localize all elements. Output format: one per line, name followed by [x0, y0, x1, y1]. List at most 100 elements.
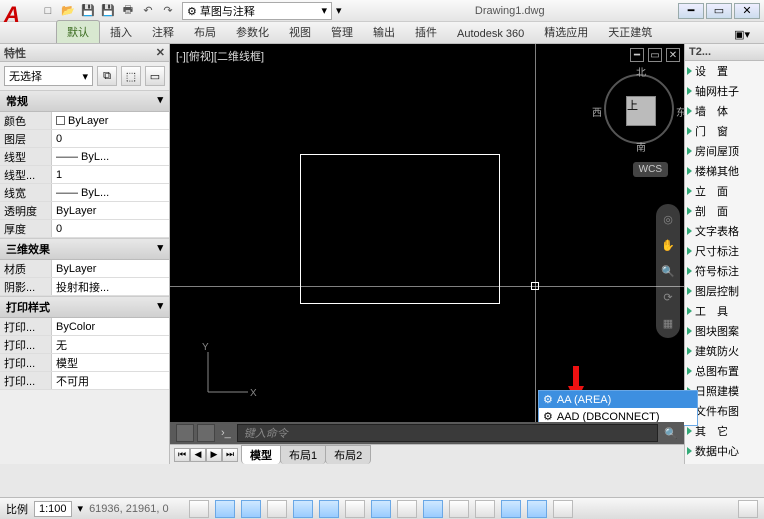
tangent-item[interactable]: 文字表格 — [685, 221, 764, 241]
workspace-selector[interactable]: ⚙ 草图与注释 ▾ — [182, 2, 332, 20]
prop-row[interactable]: 打印...模型 — [0, 354, 169, 372]
tangent-item[interactable]: 门 窗 — [685, 121, 764, 141]
minimize-button[interactable]: ━ — [678, 3, 704, 19]
lwt-button[interactable] — [449, 500, 469, 518]
panel-close-icon[interactable]: ✕ — [156, 46, 165, 59]
close-button[interactable]: ✕ — [734, 3, 760, 19]
snap-button[interactable] — [215, 500, 235, 518]
ribbon-tab-9[interactable]: Autodesk 360 — [447, 25, 534, 43]
prop-value[interactable]: ByLayer — [52, 202, 169, 219]
ribbon-collapse-icon[interactable]: ▣▾ — [728, 26, 756, 43]
prop-section-header[interactable]: 三维效果▾ — [0, 238, 169, 260]
ribbon-tab-3[interactable]: 布局 — [184, 21, 226, 43]
saveas-icon[interactable]: 💾 — [100, 3, 116, 19]
open-icon[interactable]: 📂 — [60, 3, 76, 19]
maximize-button[interactable]: ▭ — [706, 3, 732, 19]
ribbon-tab-7[interactable]: 输出 — [363, 21, 405, 43]
osnap-button[interactable] — [319, 500, 339, 518]
pan-icon[interactable]: ✋ — [659, 236, 677, 254]
infer-constraints-button[interactable] — [189, 500, 209, 518]
tangent-item[interactable]: 工 具 — [685, 301, 764, 321]
prop-value[interactable]: ByLayer — [52, 112, 169, 129]
tangent-item[interactable]: 房间屋顶 — [685, 141, 764, 161]
tab-prev-icon[interactable]: ◀ — [190, 448, 206, 462]
prop-value[interactable]: —— ByL... — [52, 184, 169, 201]
prop-value[interactable]: 无 — [52, 336, 169, 353]
tab-next-icon[interactable]: ▶ — [206, 448, 222, 462]
prop-value[interactable]: 0 — [52, 220, 169, 237]
orbit-icon[interactable]: ⟳ — [659, 288, 677, 306]
prop-row[interactable]: 线型...1 — [0, 166, 169, 184]
ribbon-tab-8[interactable]: 插件 — [405, 21, 447, 43]
command-input[interactable]: 键入命令 — [237, 424, 659, 442]
tangent-item[interactable]: 图块图案 — [685, 321, 764, 341]
vp-close-icon[interactable]: ✕ — [666, 48, 680, 62]
tpy-button[interactable] — [475, 500, 495, 518]
cube-north[interactable]: 北 — [636, 64, 646, 79]
prop-row[interactable]: 线宽—— ByL... — [0, 184, 169, 202]
cube-west[interactable]: 西 — [592, 104, 602, 119]
tangent-item[interactable]: 墙 体 — [685, 101, 764, 121]
view-cube[interactable]: 上 北 南 东 西 — [604, 74, 674, 144]
polar-button[interactable] — [293, 500, 313, 518]
prop-row[interactable]: 图层0 — [0, 130, 169, 148]
new-icon[interactable]: □ — [40, 3, 56, 19]
ribbon-tab-2[interactable]: 注释 — [142, 21, 184, 43]
prop-row[interactable]: 打印...不可用 — [0, 372, 169, 390]
select-objects-icon[interactable]: ▭ — [145, 66, 165, 86]
undo-icon[interactable]: ↶ — [140, 3, 156, 19]
prop-row[interactable]: 颜色ByLayer — [0, 112, 169, 130]
qp-button[interactable] — [501, 500, 521, 518]
vp-maximize-icon[interactable]: ▭ — [648, 48, 662, 62]
print-icon[interactable]: 🖶 — [120, 3, 136, 19]
prop-row[interactable]: 线型—— ByL... — [0, 148, 169, 166]
prop-row[interactable]: 厚度0 — [0, 220, 169, 238]
3dosnap-button[interactable] — [345, 500, 365, 518]
sc-button[interactable] — [527, 500, 547, 518]
prop-value[interactable]: 1 — [52, 166, 169, 183]
tangent-item[interactable]: 设 置 — [685, 61, 764, 81]
tangent-item[interactable]: 立 面 — [685, 181, 764, 201]
ribbon-tab-4[interactable]: 参数化 — [226, 21, 279, 43]
sheet-tab[interactable]: 模型 — [241, 445, 281, 464]
cube-east[interactable]: 东 — [676, 104, 686, 119]
prop-row[interactable]: 透明度ByLayer — [0, 202, 169, 220]
cmd-recent-icon[interactable] — [176, 424, 194, 442]
app-logo[interactable]: A — [4, 2, 34, 32]
zoom-icon[interactable]: 🔍 — [659, 262, 677, 280]
tangent-item[interactable]: 楼梯其他 — [685, 161, 764, 181]
prop-row[interactable]: 材质ByLayer — [0, 260, 169, 278]
qselect-icon[interactable]: ⧉ — [97, 66, 117, 86]
prop-value[interactable]: 投射和接... — [52, 278, 169, 295]
prop-row[interactable]: 打印...ByColor — [0, 318, 169, 336]
cmd-search-icon[interactable]: 🔍 — [664, 427, 678, 440]
tangent-item[interactable]: 剖 面 — [685, 201, 764, 221]
scale-dropdown-icon[interactable]: ▾ — [78, 502, 84, 515]
dyn-button[interactable] — [423, 500, 443, 518]
sheet-tab[interactable]: 布局2 — [325, 445, 371, 464]
redo-icon[interactable]: ↷ — [160, 3, 176, 19]
tangent-item[interactable]: 符号标注 — [685, 261, 764, 281]
tangent-item[interactable]: 数据中心 — [685, 441, 764, 461]
wcs-badge[interactable]: WCS — [633, 162, 668, 177]
steering-wheel-icon[interactable]: ◎ — [659, 210, 677, 228]
drawing-canvas[interactable]: [-][俯视][二维线框] ━ ▭ ✕ 上 北 南 东 西 WCS ◎ ✋ 🔍 … — [170, 44, 684, 464]
cube-top-face[interactable]: 上 — [626, 96, 656, 126]
prop-value[interactable]: ByColor — [52, 318, 169, 335]
ribbon-tab-0[interactable]: 默认 — [56, 20, 100, 43]
model-space-button[interactable] — [738, 500, 758, 518]
tangent-item[interactable]: 帮助演示 — [685, 461, 764, 464]
prop-value[interactable]: —— ByL... — [52, 148, 169, 165]
selection-combo[interactable]: 无选择 ▾ — [4, 66, 93, 86]
prop-value[interactable]: ByLayer — [52, 260, 169, 277]
grid-button[interactable] — [241, 500, 261, 518]
showmotion-icon[interactable]: ▦ — [659, 314, 677, 332]
vp-minimize-icon[interactable]: ━ — [630, 48, 644, 62]
prop-value[interactable]: 0 — [52, 130, 169, 147]
tab-last-icon[interactable]: ⏭ — [222, 448, 238, 462]
viewport-label[interactable]: [-][俯视][二维线框] — [176, 48, 264, 64]
sheet-tab[interactable]: 布局1 — [280, 445, 326, 464]
pickadd-icon[interactable]: ⬚ — [121, 66, 141, 86]
cmd-customize-icon[interactable] — [197, 424, 215, 442]
ribbon-tab-10[interactable]: 精选应用 — [534, 21, 598, 43]
